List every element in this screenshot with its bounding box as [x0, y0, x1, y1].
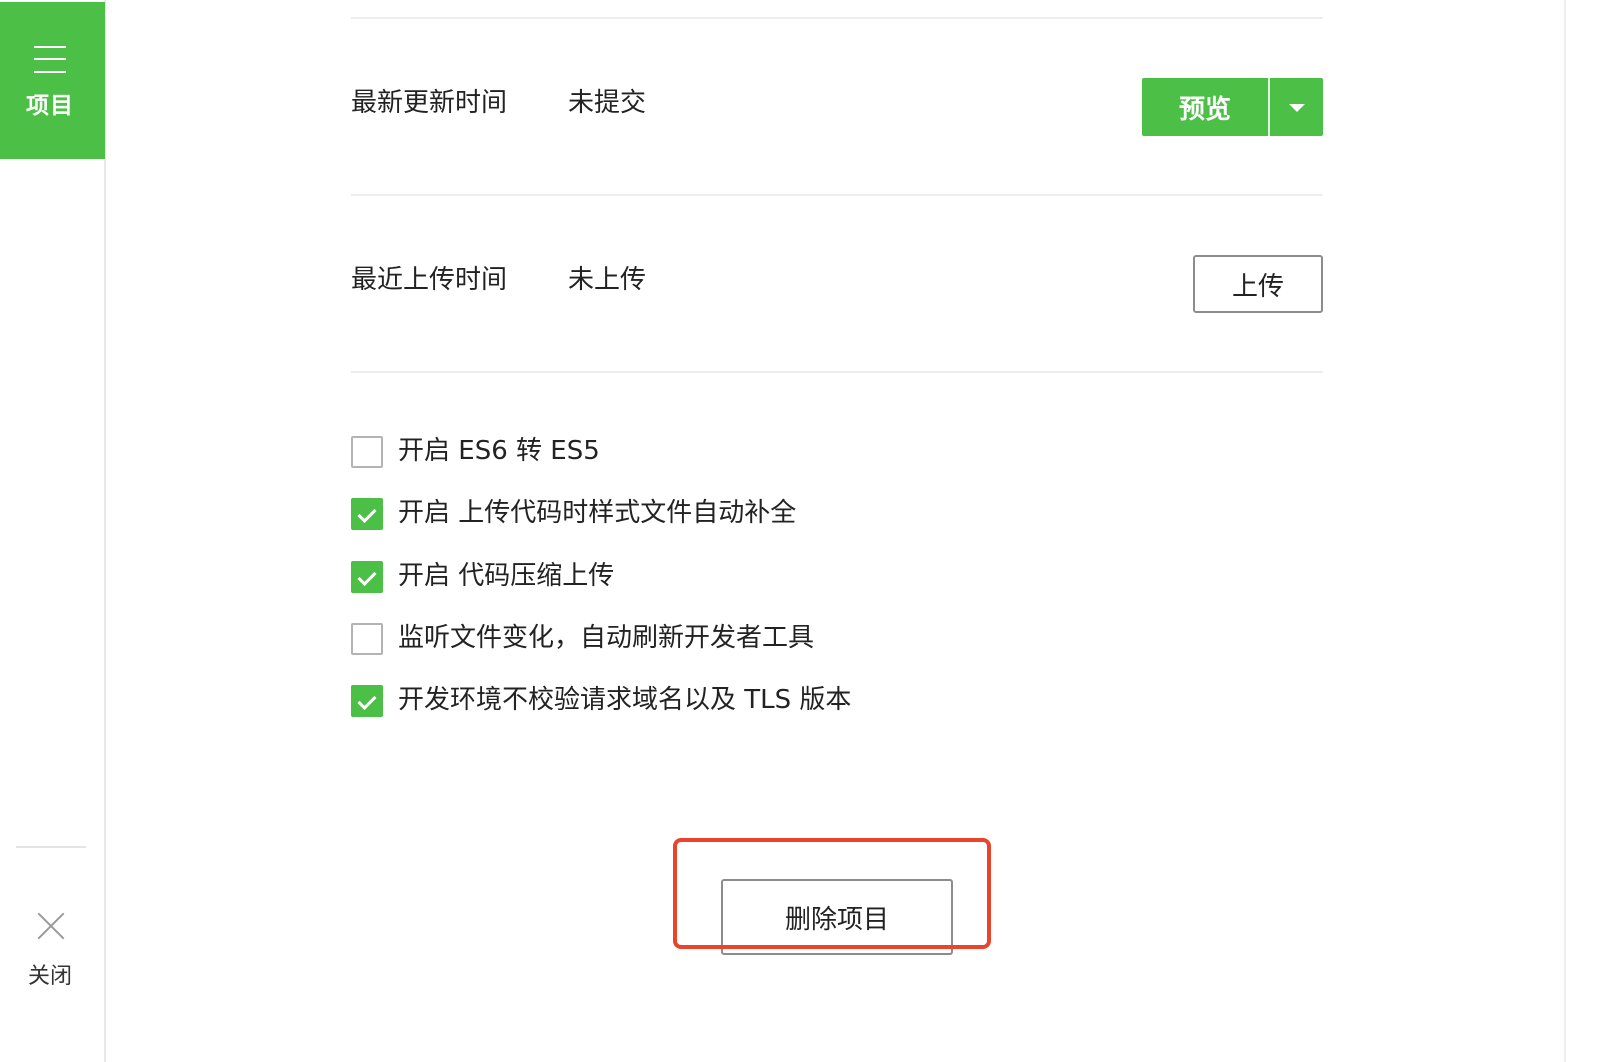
upload-button[interactable]: 上传 — [1193, 255, 1323, 313]
divider — [351, 17, 1323, 19]
option-label: 开启 代码压缩上传 — [398, 561, 615, 591]
divider — [351, 194, 1323, 196]
panel-edge — [1564, 0, 1566, 1062]
close-button[interactable]: 关闭 — [0, 900, 100, 1000]
nav-project[interactable]: 项目 — [0, 2, 105, 159]
caret-down-icon — [1289, 104, 1305, 112]
checkbox-checked[interactable] — [351, 685, 383, 717]
preview-button-group: 预览 — [1142, 78, 1323, 136]
close-label: 关闭 — [27, 964, 72, 989]
menu-icon — [34, 46, 66, 74]
latest-update-label: 最新更新时间 — [351, 88, 508, 118]
close-icon — [37, 912, 65, 940]
nav-project-label: 项目 — [26, 93, 74, 119]
preview-button[interactable]: 预览 — [1142, 78, 1268, 136]
sidebar: 项目 关闭 — [0, 0, 106, 1062]
sidebar-divider — [16, 846, 86, 848]
checkbox-unchecked[interactable] — [351, 436, 383, 468]
latest-upload-value: 未上传 — [568, 265, 647, 295]
latest-update-value: 未提交 — [568, 88, 647, 118]
checkbox-checked[interactable] — [351, 498, 383, 530]
option-label: 开发环境不校验请求域名以及 TLS 版本 — [398, 685, 852, 715]
delete-project-button[interactable]: 删除项目 — [721, 879, 953, 955]
latest-upload-label: 最近上传时间 — [351, 265, 508, 295]
checkbox-unchecked[interactable] — [351, 623, 383, 655]
preview-dropdown-button[interactable] — [1270, 78, 1323, 136]
option-label: 开启 ES6 转 ES5 — [398, 436, 600, 466]
divider — [351, 371, 1323, 373]
checkbox-checked[interactable] — [351, 561, 383, 593]
option-label: 开启 上传代码时样式文件自动补全 — [398, 498, 797, 528]
option-label: 监听文件变化，自动刷新开发者工具 — [398, 623, 815, 653]
